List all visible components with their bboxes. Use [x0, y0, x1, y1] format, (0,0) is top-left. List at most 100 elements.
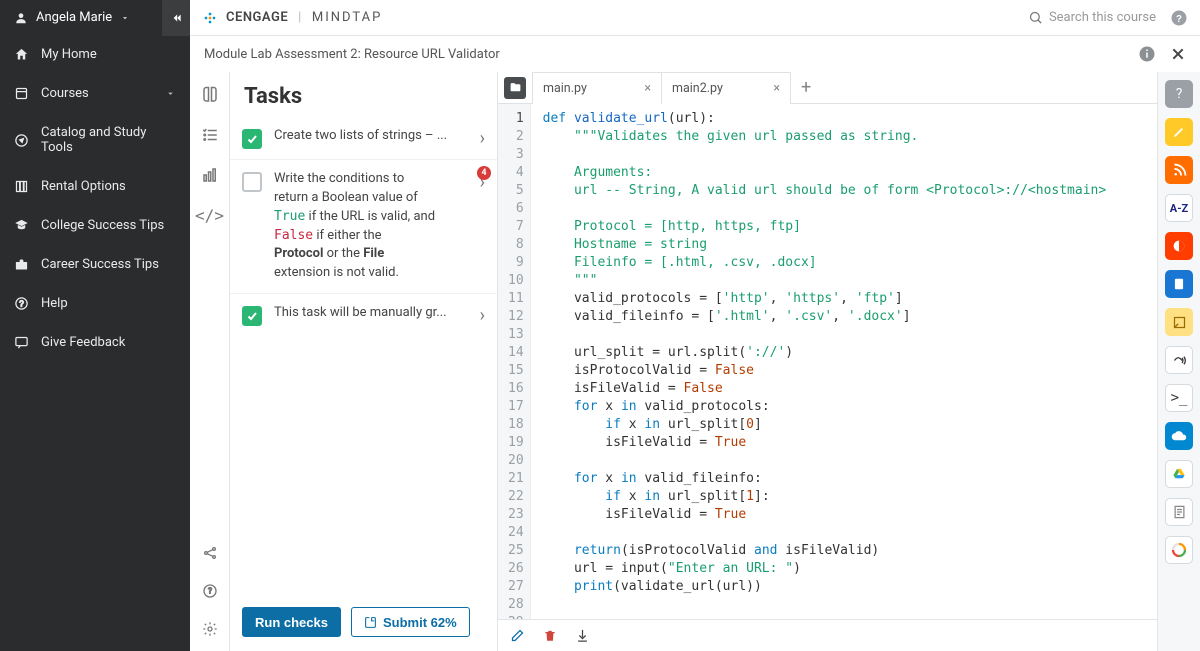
sidebar-item-label: Give Feedback — [41, 335, 125, 350]
run-checks-button[interactable]: Run checks — [242, 607, 341, 637]
editor-tab[interactable]: main.py × — [532, 72, 662, 104]
compass-icon — [14, 133, 29, 148]
sidebar-item-label: Help — [41, 296, 68, 311]
editor-footer — [498, 619, 1157, 651]
tab-label: main2.py — [672, 81, 723, 96]
trash-icon[interactable] — [543, 628, 557, 643]
dock-onedrive-icon[interactable] — [1165, 422, 1193, 450]
close-icon[interactable] — [1170, 46, 1186, 62]
share-icon[interactable] — [202, 545, 218, 561]
submit-button[interactable]: Submit 62% — [351, 607, 470, 637]
help-icon: ? — [14, 296, 29, 311]
analytics-icon[interactable] — [201, 166, 219, 184]
brand-mindtap: MINDTAP — [312, 10, 382, 25]
dock-dictionary-icon[interactable] — [1165, 270, 1193, 298]
task-checkbox[interactable] — [242, 129, 262, 149]
sidebar-item-label: My Home — [41, 47, 97, 62]
tab-label: main.py — [543, 81, 587, 96]
sidebar-item-college-tips[interactable]: College Success Tips — [0, 206, 190, 245]
sidebar-item-label: Catalog and Study Tools — [41, 125, 176, 155]
instructions-icon[interactable] — [201, 86, 219, 104]
dock-rss-icon[interactable] — [1165, 156, 1193, 184]
sidebar-item-career-tips[interactable]: Career Success Tips — [0, 245, 190, 284]
sidebar-item-help[interactable]: ? Help — [0, 284, 190, 323]
module-title: Module Lab Assessment 2: Resource URL Va… — [204, 47, 500, 62]
books-icon — [14, 179, 29, 194]
download-icon[interactable] — [575, 628, 590, 643]
code-body[interactable]: def validate_url(url): """Validates the … — [531, 104, 1117, 619]
book-icon — [14, 86, 29, 101]
settings-icon[interactable] — [202, 621, 218, 637]
sidebar-collapse-button[interactable] — [162, 0, 190, 36]
dock-glossary-icon[interactable]: A-Z — [1165, 194, 1193, 222]
file-browser-icon[interactable] — [504, 77, 526, 99]
tasks-list-icon[interactable] — [201, 126, 219, 144]
strip-help-icon[interactable]: ? — [202, 583, 218, 599]
task-checkbox[interactable] — [242, 306, 262, 326]
brand: CENGAGE | MINDTAP — [202, 10, 382, 26]
sidebar-item-label: Courses — [41, 86, 89, 101]
brand-cengage: CENGAGE — [226, 10, 288, 25]
task-row[interactable]: Create two lists of strings – ... › — [230, 117, 497, 159]
dock-highlighter-icon[interactable] — [1165, 118, 1193, 146]
task-text: Create two lists of strings – ... — [274, 127, 466, 146]
editor-tab[interactable]: main2.py × — [661, 72, 791, 104]
sidebar-item-rental[interactable]: Rental Options — [0, 167, 190, 206]
code-area[interactable]: 1234567891011121314151617181920212223242… — [498, 104, 1157, 619]
edit-icon[interactable] — [510, 628, 525, 643]
dock-notes-icon[interactable] — [1165, 308, 1193, 336]
sidebar-item-catalog[interactable]: Catalog and Study Tools — [0, 113, 190, 167]
new-tab-button[interactable]: + — [791, 77, 821, 98]
task-text: Write the conditions toreturn a Boolean … — [274, 170, 466, 283]
chevron-right-icon[interactable]: › — [478, 128, 487, 149]
task-text: This task will be manually gr... — [274, 304, 466, 323]
sidebar-item-feedback[interactable]: Give Feedback — [0, 323, 190, 362]
user-icon — [14, 11, 28, 25]
code-editor: main.py × main2.py × + 12345678910111213… — [498, 72, 1158, 651]
sidebar-item-label: Rental Options — [41, 179, 126, 194]
dock-notepad-icon[interactable] — [1165, 498, 1193, 526]
dock-terminal-icon[interactable]: >_ — [1165, 384, 1193, 412]
task-checkbox[interactable] — [242, 172, 262, 192]
task-row[interactable]: This task will be manually gr... › — [230, 293, 497, 336]
main-area: CENGAGE | MINDTAP Search this course ? M… — [190, 0, 1200, 651]
search-icon — [1028, 10, 1043, 25]
brand-separator: | — [298, 10, 302, 25]
sidebar-item-label: College Success Tips — [41, 218, 164, 233]
chat-icon — [14, 335, 29, 350]
tool-strip: </> ? — [190, 72, 230, 651]
user-menu[interactable]: Angela Marie — [0, 0, 190, 35]
svg-text:?: ? — [19, 300, 24, 309]
sidebar-item-courses[interactable]: Courses — [0, 74, 190, 113]
dock-progress-icon[interactable] — [1165, 536, 1193, 564]
svg-text:?: ? — [1176, 13, 1182, 24]
sidebar-item-home[interactable]: My Home — [0, 35, 190, 74]
task-row[interactable]: 4 Write the conditions toreturn a Boolea… — [230, 159, 497, 293]
top-help-icon[interactable]: ? — [1170, 9, 1188, 27]
app-dock: ? A-Z >_ — [1158, 72, 1200, 651]
chevron-right-icon[interactable]: › — [478, 305, 487, 326]
chevron-down-icon — [120, 13, 130, 23]
brand-bar: CENGAGE | MINDTAP Search this course ? — [190, 0, 1200, 36]
close-icon[interactable]: × — [644, 81, 651, 96]
tasks-panel: Tasks Create two lists of strings – ... … — [230, 72, 498, 651]
line-gutter: 1234567891011121314151617181920212223242… — [498, 104, 531, 619]
user-name: Angela Marie — [36, 10, 112, 25]
code-icon[interactable]: </> — [195, 206, 224, 225]
course-search[interactable]: Search this course — [1028, 10, 1156, 25]
home-icon — [14, 47, 29, 62]
graduation-icon — [14, 218, 29, 233]
briefcase-icon — [14, 257, 29, 272]
editor-tabs: main.py × main2.py × + — [498, 72, 1157, 104]
search-placeholder: Search this course — [1049, 10, 1156, 25]
sidebar-item-label: Career Success Tips — [41, 257, 159, 272]
dock-read-aloud-icon[interactable] — [1165, 346, 1193, 374]
tasks-title: Tasks — [230, 72, 497, 117]
dock-gdrive-icon[interactable] — [1165, 460, 1193, 488]
svg-text:?: ? — [208, 587, 212, 596]
dock-flashcards-icon[interactable] — [1165, 232, 1193, 260]
close-icon[interactable]: × — [773, 81, 780, 96]
cengage-logo-icon — [202, 10, 218, 26]
dock-help-icon[interactable]: ? — [1165, 80, 1193, 108]
info-icon[interactable] — [1138, 45, 1156, 63]
